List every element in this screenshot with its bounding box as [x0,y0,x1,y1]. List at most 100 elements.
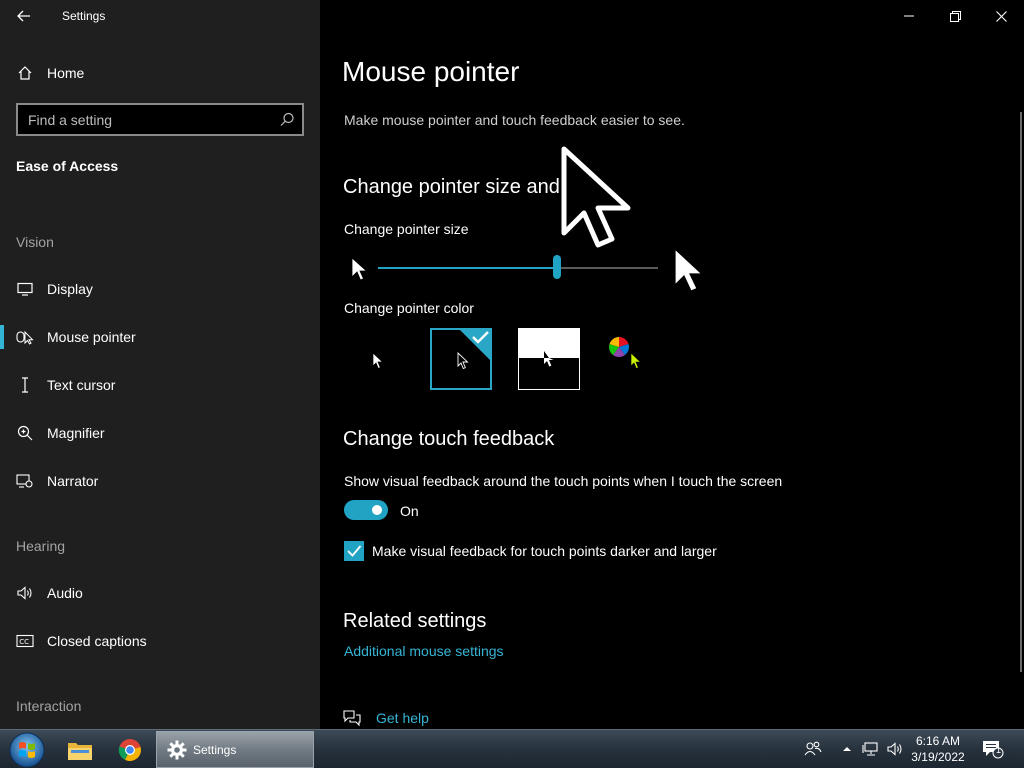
windows-orb-icon [9,732,45,768]
clock-date: 3/19/2022 [911,750,965,764]
people-icon [804,741,822,756]
search-input[interactable]: Find a setting [16,103,304,136]
show-hidden-icons-button[interactable] [840,740,854,758]
search-icon[interactable] [278,111,296,129]
pointer-color-black[interactable] [430,328,492,390]
inverted-pointer-icon [544,351,554,367]
sidebar-item-label: Magnifier [47,425,105,441]
toggle-knob [372,505,382,515]
sidebar-item-label: Narrator [47,473,99,489]
notification-count: 1 [995,745,1001,755]
back-button[interactable] [10,4,38,28]
people-tray-button[interactable] [803,740,823,758]
folder-icon [68,743,92,760]
restore-icon [949,10,961,22]
page-description: Make mouse pointer and touch feedback ea… [344,112,685,128]
sidebar-item-label: Display [47,281,93,297]
additional-mouse-settings-link[interactable]: Additional mouse settings [344,643,504,659]
close-button[interactable] [978,0,1024,32]
pointer-color-inverted[interactable] [518,328,580,390]
touch-feedback-toggle[interactable] [344,500,388,520]
taskbar-settings-label: Settings [193,743,237,757]
taskbar-clock[interactable]: 6:16 AM 3/19/2022 [906,733,970,765]
scrollbar[interactable] [1020,112,1022,672]
slider-thumb[interactable] [553,255,562,279]
large-pointer-icon [674,247,704,292]
network-tray-button[interactable] [861,740,881,758]
home-icon [16,64,34,82]
pointer-size-slider[interactable] [378,255,658,279]
speaker-icon [16,584,34,602]
action-center-button[interactable]: 1 [982,740,1004,759]
back-arrow-icon [17,10,30,22]
network-icon [862,742,878,756]
section-heading-touch: Change touch feedback [343,428,555,450]
restore-button[interactable] [932,0,978,32]
minimize-icon [904,15,914,17]
sidebar-item-magnifier[interactable]: Magnifier [0,413,320,453]
slider-fill [378,267,558,269]
group-header-vision: Vision [16,234,54,250]
sidebar-item-label: Closed captions [47,633,147,649]
taskbar-chrome[interactable] [110,734,150,766]
black-pointer-icon [457,352,469,370]
sidebar-item-mouse-pointer[interactable]: Mouse pointer [0,317,320,357]
main-content: Mouse pointer Make mouse pointer and tou… [320,0,1024,729]
help-chat-icon [343,710,361,727]
taskbar-file-explorer[interactable] [60,734,100,766]
sidebar-item-home[interactable]: Home [0,53,320,93]
chrome-icon [118,739,141,761]
taskbar-settings-button[interactable]: Settings [156,731,314,768]
sidebar-item-display[interactable]: Display [0,269,320,309]
text-cursor-icon [16,376,34,394]
lime-pointer-icon [630,352,642,369]
gear-icon [167,740,187,760]
close-icon [995,10,1007,22]
narrator-icon [16,472,34,490]
title-bar-left: Settings [0,0,320,32]
sidebar-item-closed-captions[interactable]: CC Closed captions [0,621,320,661]
white-pointer-icon [372,352,384,369]
sidebar-item-label: Home [47,65,85,81]
color-wheel-icon [609,337,629,357]
start-button[interactable] [8,731,46,768]
sidebar-item-narrator[interactable]: Narrator [0,461,320,501]
get-help-link[interactable]: Get help [376,710,429,726]
pointer-color-custom[interactable] [604,328,666,390]
small-pointer-icon [351,257,368,281]
sidebar-item-text-cursor[interactable]: Text cursor [0,365,320,405]
touch-feedback-description: Show visual feedback around the touch po… [344,473,783,489]
closed-captions-icon: CC [16,632,34,650]
enlarged-mouse-pointer [561,146,631,248]
chevron-up-icon [843,747,851,751]
taskbar: Settings 6:16 AM 3/19/2022 1 [0,729,1024,768]
section-heading-size-color: Change pointer size and [343,176,560,198]
magnifier-icon [16,424,34,442]
sidebar-item-label: Text cursor [47,377,116,393]
group-header-interaction: Interaction [16,698,82,714]
sidebar-item-label: Audio [47,585,83,601]
pointer-size-label: Change pointer size [344,221,469,237]
section-title: Ease of Access [16,158,119,174]
pointer-color-white[interactable] [344,328,406,390]
clock-time: 6:16 AM [915,734,961,748]
volume-icon [887,742,902,756]
minimize-button[interactable] [886,0,932,32]
group-header-hearing: Hearing [16,538,66,554]
display-icon [16,280,34,298]
page-title: Mouse pointer [342,56,520,87]
pointer-color-label: Change pointer color [344,300,474,316]
mouse-pointer-icon [16,328,34,346]
checkbox-label: Make visual feedback for touch points da… [372,543,717,559]
sidebar-item-label: Mouse pointer [47,329,136,345]
darker-feedback-checkbox[interactable] [344,541,364,561]
sidebar: Settings Home Find a setting Ease of Acc… [0,0,320,729]
app-title: Settings [62,9,106,23]
checkmark-icon [347,545,362,557]
svg-text:CC: CC [19,638,29,646]
volume-tray-button[interactable] [885,740,905,758]
search-placeholder: Find a setting [28,112,113,128]
sidebar-item-audio[interactable]: Audio [0,573,320,613]
section-heading-related: Related settings [343,610,487,632]
toggle-state-label: On [400,503,419,519]
